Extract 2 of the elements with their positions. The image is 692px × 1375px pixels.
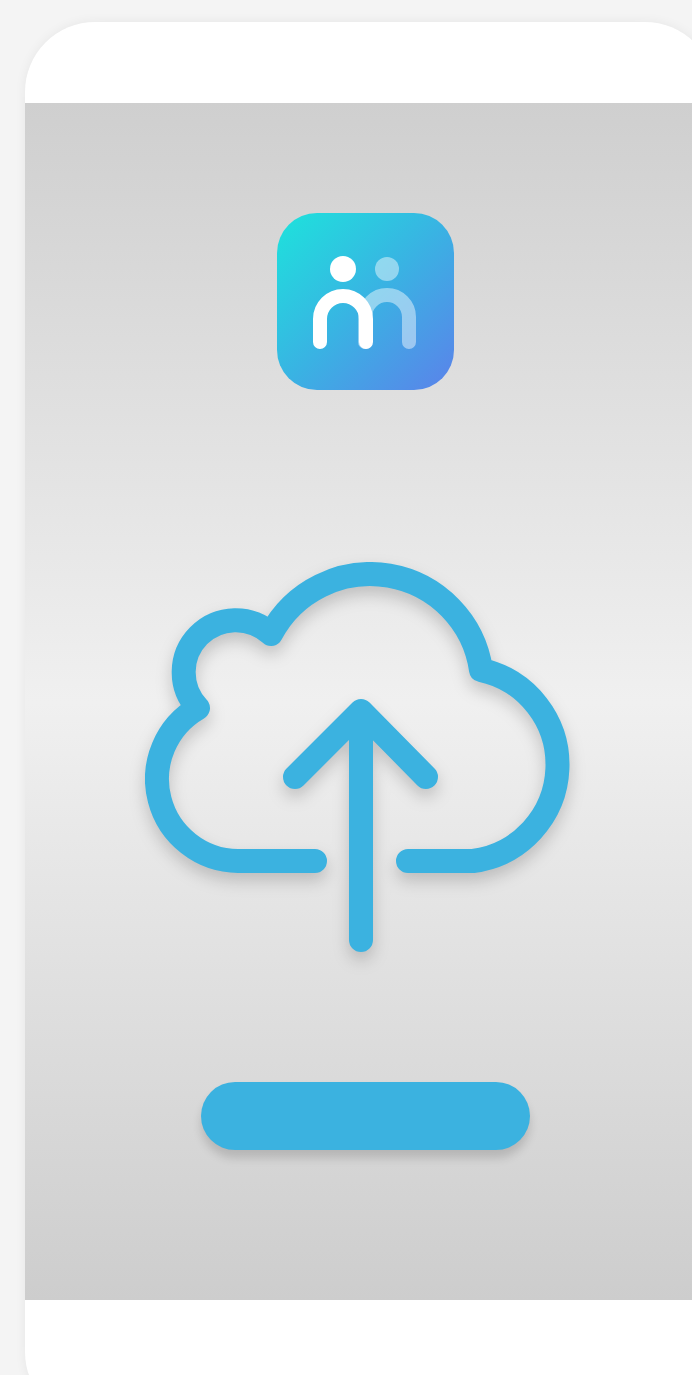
app-logo-icon xyxy=(276,213,454,390)
upload-bar[interactable] xyxy=(200,1082,530,1150)
